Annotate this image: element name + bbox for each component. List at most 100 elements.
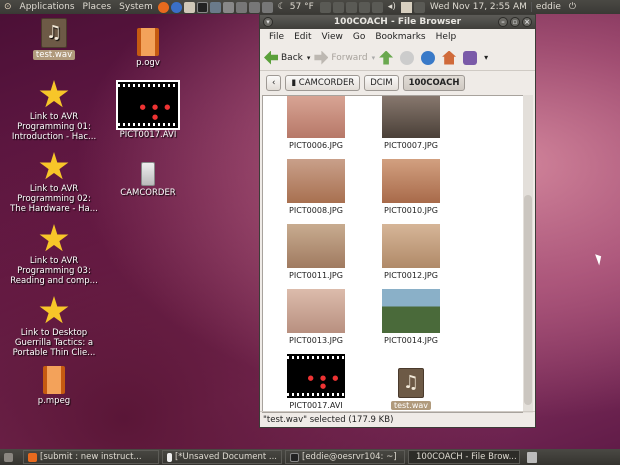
stop-button[interactable]	[400, 50, 417, 65]
scrollbar-thumb[interactable]	[524, 195, 532, 405]
menu-file[interactable]: File	[264, 32, 289, 42]
desktop-icon-p-ogv[interactable]: p.ogv	[98, 28, 198, 68]
star-icon	[39, 152, 69, 180]
app-icon-4[interactable]	[261, 1, 273, 13]
file-item[interactable]: PICT0013.JPG	[271, 289, 361, 345]
video-thumbnail: ● ● ● ●	[287, 354, 345, 398]
file-item[interactable]: PICT0014.JPG	[366, 289, 456, 345]
show-desktop-icon	[4, 452, 13, 462]
computer-button[interactable]	[463, 50, 480, 65]
monitor-icon[interactable]	[209, 1, 221, 13]
menu-edit[interactable]: Edit	[289, 32, 316, 42]
menu-bookmarks[interactable]: Bookmarks	[370, 32, 430, 42]
file-view[interactable]: PICT0006.JPG PICT0007.JPG PICT0008.JPG P…	[262, 95, 525, 413]
menu-places[interactable]: Places	[79, 2, 116, 12]
file-item[interactable]: PICT0010.JPG	[366, 159, 456, 215]
text-editor-icon	[167, 452, 172, 462]
desktop-icon-p-mpeg[interactable]: p.mpeg	[4, 366, 104, 406]
image-thumbnail	[382, 224, 440, 268]
back-button[interactable]: Back	[264, 50, 303, 65]
desktop-icon-avr-02[interactable]: Link to AVR Programming 02: The Hardware…	[4, 152, 104, 214]
close-icon[interactable]: ×	[522, 17, 532, 27]
clock[interactable]: Wed Nov 17, 2:55 AM	[426, 2, 531, 12]
file-item-selected[interactable]: ♫ test.wav	[366, 368, 456, 410]
workspace-icon-3[interactable]	[345, 1, 357, 13]
mail-indicator-icon[interactable]	[400, 1, 412, 13]
firefox-icon[interactable]	[157, 1, 169, 13]
up-button[interactable]	[379, 50, 396, 65]
minimize-icon[interactable]: –	[498, 17, 508, 27]
desktop-icon-camcorder[interactable]: CAMCORDER	[98, 162, 198, 198]
window-title: 100COACH - File Browser	[333, 17, 462, 27]
forward-history-icon[interactable]: ▾	[372, 54, 376, 62]
taskbar-item[interactable]: [submit : new instruct...	[23, 450, 159, 464]
app-icon-2[interactable]	[235, 1, 247, 13]
image-thumbnail	[382, 289, 440, 333]
file-item[interactable]: PICT0006.JPG	[271, 96, 361, 150]
menu-go[interactable]: Go	[348, 32, 370, 42]
file-item[interactable]: PICT0012.JPG	[366, 224, 456, 280]
menu-view[interactable]: View	[317, 32, 348, 42]
scrollbar[interactable]	[523, 95, 533, 413]
back-history-icon[interactable]: ▾	[307, 54, 311, 62]
menu-system[interactable]: System	[115, 2, 157, 12]
desktop-icon-avr-01[interactable]: Link to AVR Programming 01: Introduction…	[4, 80, 104, 142]
breadcrumb-dcim[interactable]: DCIM	[364, 75, 399, 91]
trash-icon[interactable]	[527, 451, 537, 463]
network-icon[interactable]	[413, 1, 425, 13]
indicator-icon[interactable]	[371, 1, 383, 13]
home-button[interactable]	[442, 50, 459, 65]
volume-icon[interactable]: ◂)	[384, 2, 400, 12]
weather-icon[interactable]: ☾	[274, 2, 290, 12]
reload-button[interactable]	[421, 50, 438, 65]
desktop-icon-guerrilla[interactable]: Link to Desktop Guerrilla Tactics: a Por…	[4, 296, 104, 358]
app-icon-3[interactable]	[248, 1, 260, 13]
email-icon[interactable]	[183, 1, 195, 13]
file-item[interactable]: ● ● ● ● PICT0017.AVI	[271, 354, 361, 410]
taskbar-item[interactable]: [eddie@oesrvr104: ~]	[285, 450, 405, 464]
app-icon[interactable]	[222, 1, 234, 13]
video-thumbnail: ● ● ● ●	[116, 80, 180, 130]
home-icon	[442, 50, 457, 65]
music-file-icon: ♫	[398, 368, 424, 398]
menu-applications[interactable]: Applications	[16, 2, 79, 12]
bottom-panel: [submit : new instruct... [*Unsaved Docu…	[0, 449, 620, 465]
breadcrumb-camcorder[interactable]: ▮ CAMCORDER	[285, 75, 361, 91]
image-thumbnail	[287, 96, 345, 138]
help-icon[interactable]	[170, 1, 182, 13]
temperature[interactable]: 57 °F	[290, 2, 314, 12]
show-desktop-button[interactable]	[0, 450, 20, 464]
image-thumbnail	[287, 224, 345, 268]
workspace-icon-4[interactable]	[358, 1, 370, 13]
forward-arrow-icon	[314, 50, 329, 65]
file-item[interactable]: PICT0008.JPG	[271, 159, 361, 215]
breadcrumb-left-arrow[interactable]: ‹	[266, 75, 282, 91]
desktop-icon-test-wav[interactable]: ♫ test.wav	[4, 18, 104, 60]
taskbar-item-active[interactable]: 100COACH - File Brow...	[408, 450, 520, 464]
window-menu-icon[interactable]: ▾	[263, 17, 273, 27]
mouse-cursor	[595, 252, 604, 266]
user-menu[interactable]: eddie	[530, 2, 565, 12]
breadcrumb-100coach[interactable]: 100COACH	[402, 75, 466, 91]
status-bar: "test.wav" selected (177.9 KB)	[260, 411, 535, 427]
image-thumbnail	[287, 289, 345, 333]
video-file-icon	[137, 28, 159, 56]
usb-drive-icon	[141, 162, 155, 186]
power-icon[interactable]: ⏻	[565, 2, 580, 12]
window-titlebar[interactable]: ▾ 100COACH - File Browser – ▫ ×	[260, 15, 535, 29]
menubar: File Edit View Go Bookmarks Help	[260, 29, 535, 45]
workspace-icon-2[interactable]	[332, 1, 344, 13]
workspace-icon[interactable]	[319, 1, 331, 13]
taskbar-item[interactable]: [*Unsaved Document ...	[162, 450, 282, 464]
desktop-icon-pict0017[interactable]: ● ● ● ● PICT0017.AVI	[98, 80, 198, 140]
maximize-icon[interactable]: ▫	[510, 17, 520, 27]
desktop-icon-avr-03[interactable]: Link to AVR Programming 03: Reading and …	[4, 224, 104, 286]
image-thumbnail	[382, 96, 440, 138]
file-item[interactable]: PICT0007.JPG	[366, 96, 456, 150]
toolbar-overflow-icon[interactable]: ▾	[484, 53, 488, 62]
ubuntu-logo-icon[interactable]: ⊙	[0, 2, 16, 12]
forward-button[interactable]: Forward	[314, 50, 368, 65]
terminal-icon[interactable]	[196, 1, 208, 13]
file-item[interactable]: PICT0011.JPG	[271, 224, 361, 280]
menu-help[interactable]: Help	[431, 32, 462, 42]
